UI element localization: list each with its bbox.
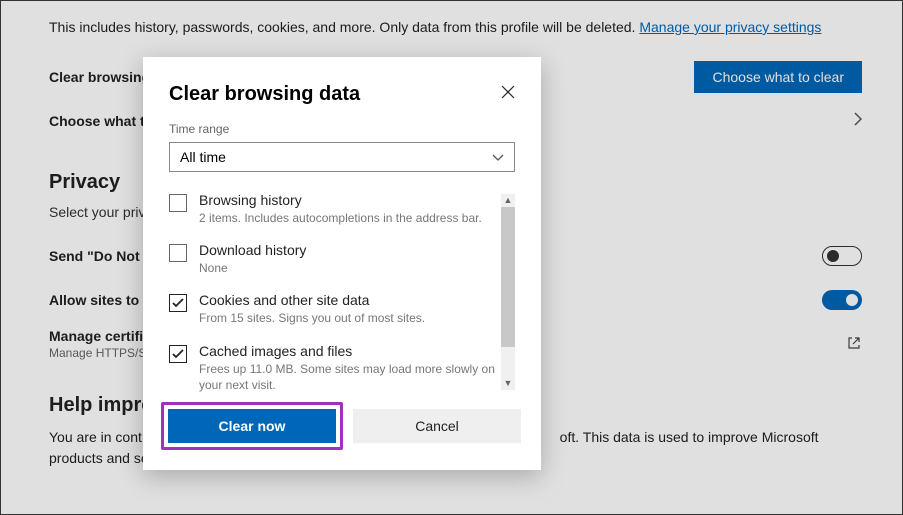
clear-now-button[interactable]: Clear now [168,409,336,443]
dialog-header: Clear browsing data [143,57,541,116]
option-download-history[interactable]: Download history None [169,242,501,276]
scroll-down-icon[interactable]: ▼ [504,377,513,390]
option-cached[interactable]: Cached images and files Frees up 11.0 MB… [169,343,501,392]
scrollbar[interactable]: ▲ ▼ [501,194,515,390]
option-desc: From 15 sites. Signs you out of most sit… [199,310,425,326]
option-desc: 2 items. Includes autocompletions in the… [199,210,482,226]
option-browsing-history[interactable]: Browsing history 2 items. Includes autoc… [169,192,501,226]
allow-sites-toggle[interactable] [822,290,862,310]
options-list: Browsing history 2 items. Includes autoc… [169,192,515,392]
option-desc: Frees up 11.0 MB. Some sites may load mo… [199,361,501,392]
manage-privacy-link[interactable]: Manage your privacy settings [639,19,821,35]
close-icon[interactable] [501,83,515,104]
scroll-thumb[interactable] [501,207,515,347]
external-link-icon [846,335,862,354]
scroll-up-icon[interactable]: ▲ [504,194,513,207]
allow-sites-label: Allow sites to c [49,292,151,308]
dnt-label: Send "Do Not [49,248,140,264]
option-title: Cached images and files [199,343,501,359]
intro-text-span: This includes history, passwords, cookie… [49,19,639,35]
improve-text-prefix: You are in cont [49,429,142,445]
option-text: Browsing history 2 items. Includes autoc… [199,192,482,226]
option-title: Cookies and other site data [199,292,425,308]
intro-text: This includes history, passwords, cookie… [49,19,862,35]
option-text: Cookies and other site data From 15 site… [199,292,425,326]
choose-close-label: Choose what to [49,113,153,129]
time-range-value: All time [180,149,226,165]
dialog-actions: Clear now Cancel [143,392,541,450]
cancel-button[interactable]: Cancel [353,409,521,443]
clear-browsing-label: Clear browsing [49,69,150,85]
manage-certs-textcol: Manage certifi Manage HTTPS/S [49,328,146,360]
options-scroll-area: Browsing history 2 items. Includes autoc… [169,192,515,392]
manage-certs-sublabel: Manage HTTPS/S [49,346,146,360]
checkbox[interactable] [169,294,187,312]
dialog-body: Time range All time Browsing history 2 i… [143,122,541,392]
chevron-right-icon [854,112,862,131]
checkbox[interactable] [169,345,187,363]
clear-now-highlight: Clear now [161,402,343,450]
dialog-title: Clear browsing data [169,83,360,106]
checkbox[interactable] [169,194,187,212]
option-title: Download history [199,242,306,258]
option-title: Browsing history [199,192,482,208]
option-text: Download history None [199,242,306,276]
time-range-label: Time range [169,122,515,136]
option-text: Cached images and files Frees up 11.0 MB… [199,343,501,392]
manage-certs-label: Manage certifi [49,328,146,344]
chevron-down-icon [492,149,504,165]
clear-browsing-data-dialog: Clear browsing data Time range All time … [143,57,541,470]
dnt-toggle[interactable] [822,246,862,266]
option-desc: None [199,260,306,276]
choose-what-to-clear-button[interactable]: Choose what to clear [694,61,862,93]
checkbox[interactable] [169,244,187,262]
time-range-select[interactable]: All time [169,142,515,172]
option-cookies[interactable]: Cookies and other site data From 15 site… [169,292,501,326]
